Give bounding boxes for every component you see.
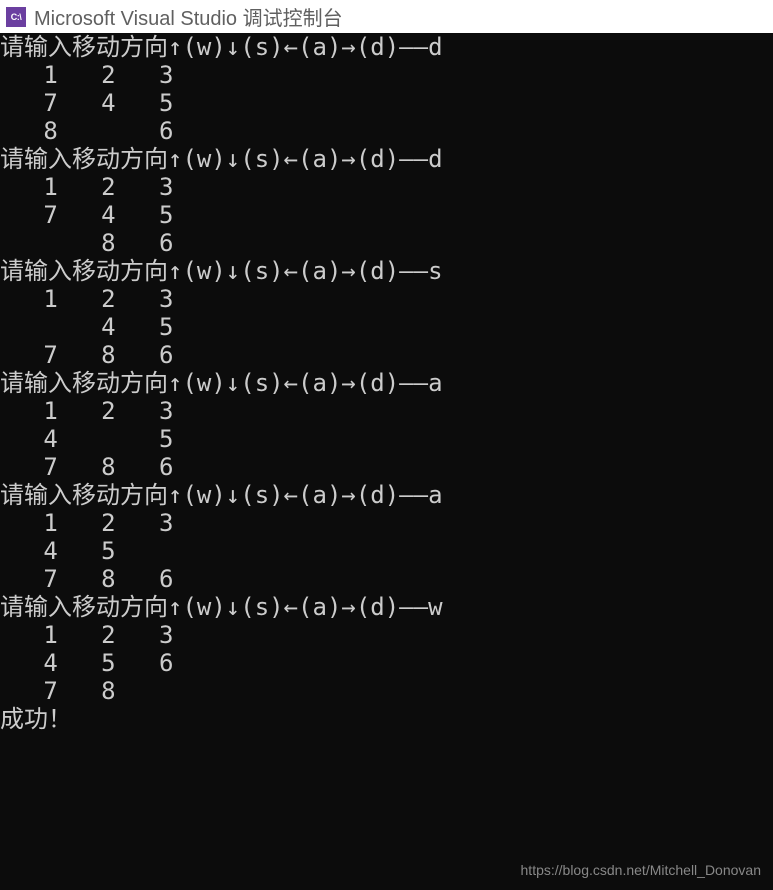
window-title: Microsoft Visual Studio 调试控制台 [34, 2, 343, 31]
app-icon-label: C:\ [11, 12, 22, 22]
window-title-bar: C:\ Microsoft Visual Studio 调试控制台 [0, 0, 773, 33]
console-output: 请输入移动方向↑(w)↓(s)←(a)→(d)——d 1 2 3 7 4 5 8… [0, 33, 773, 733]
app-icon: C:\ [6, 7, 26, 27]
watermark-text: https://blog.csdn.net/Mitchell_Donovan [521, 862, 761, 878]
